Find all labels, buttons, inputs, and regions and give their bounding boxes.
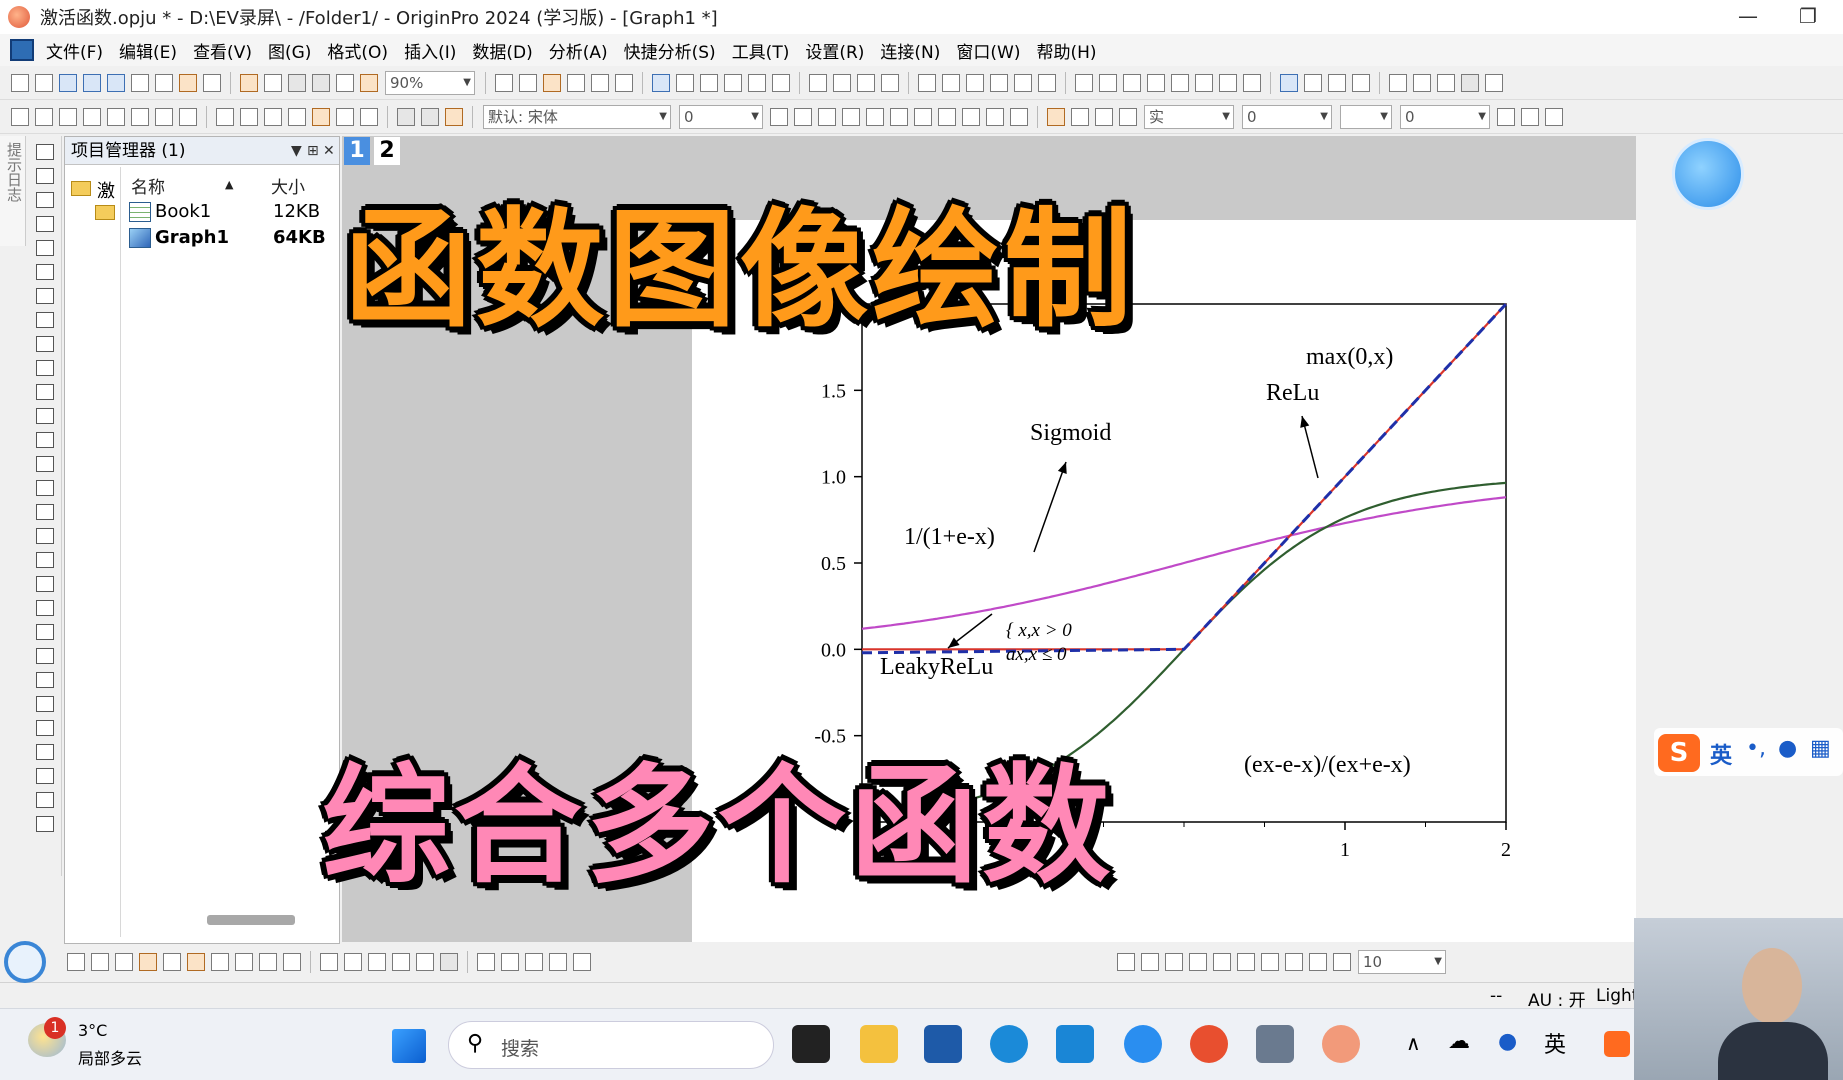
- object-group-icon[interactable]: [1285, 953, 1303, 971]
- video-subline: 综合多个函数: [322, 752, 1115, 901]
- search-icon: ⚲: [467, 1031, 484, 1056]
- object-height-icon[interactable]: [1261, 953, 1279, 971]
- leakyrelu-name-label: LeakyReLu: [880, 654, 993, 680]
- task-view-icon[interactable]: [792, 1025, 830, 1063]
- y-tick-label: 0.0: [821, 639, 846, 661]
- taskbar-search[interactable]: ⚲ 搜索: [448, 1021, 774, 1069]
- help-icon[interactable]: [1124, 1025, 1162, 1063]
- sigmoid-name-label: Sigmoid: [1030, 420, 1111, 446]
- show-hidden-icons-chevron-icon[interactable]: ∧: [1406, 1031, 1421, 1055]
- leakyrelu-formula-line2: ax,x ≤ 0: [1006, 644, 1067, 665]
- object-right-icon[interactable]: [1141, 953, 1159, 971]
- area-plot-icon[interactable]: [211, 953, 229, 971]
- keyboard-icon[interactable]: ▦: [1810, 736, 1831, 761]
- matrix-panel-icon[interactable]: [416, 953, 434, 971]
- object-front-icon[interactable]: [1333, 953, 1351, 971]
- y-tick-label: 1.5: [821, 380, 846, 402]
- search-placeholder: 搜索: [501, 1038, 540, 1060]
- magnifier-assistant-icon[interactable]: [4, 941, 46, 983]
- stack-icon[interactable]: [368, 953, 386, 971]
- webcam-presenter: [1634, 918, 1843, 1080]
- input-language[interactable]: 英: [1544, 1027, 1566, 1059]
- presenter-face: [1742, 948, 1802, 1024]
- app-icon[interactable]: [1256, 1025, 1294, 1063]
- object-width-icon[interactable]: [1237, 953, 1255, 971]
- contour-plot-icon[interactable]: [235, 953, 253, 971]
- status-theme[interactable]: Light: [1596, 986, 1638, 1006]
- sigmoid-arrow-head: [1057, 462, 1067, 474]
- relu-name-label: ReLu: [1266, 380, 1319, 406]
- object-top-icon[interactable]: [1165, 953, 1183, 971]
- x-tick-label: 1: [1340, 839, 1350, 861]
- multi-panel-icon[interactable]: [344, 953, 362, 971]
- sogou-logo-icon[interactable]: S: [1658, 734, 1700, 772]
- microphone-tray-icon[interactable]: ●: [1498, 1029, 1517, 1054]
- line-chart[interactable]: 1.51.00.50.0-0.5-2 1 2 max(0,x) ReLu Sigmo…: [0, 0, 1843, 1080]
- box-plot-icon[interactable]: [187, 953, 205, 971]
- fit-icon[interactable]: [549, 953, 567, 971]
- object-size-select[interactable]: 10 ▼: [1358, 950, 1446, 974]
- myhp-icon[interactable]: [1056, 1025, 1094, 1063]
- leakyrelu-formula-line1: { x,x > 0: [1006, 620, 1072, 641]
- labels: max(0,x) ReLu Sigmoid 1/(1+e-x) LeakyReL…: [880, 344, 1411, 778]
- weather-badge: 1: [44, 1017, 66, 1039]
- tanh-formula-label: (ex-e-x)/(ex+e-x): [1244, 752, 1411, 778]
- bottom-toolbar: 10 ▼: [64, 944, 1664, 980]
- ime-punctuation[interactable]: •,: [1746, 736, 1766, 761]
- y-tick-label: 1.0: [821, 467, 846, 489]
- leakyrelu-arrow-head: [948, 637, 960, 648]
- relu-formula-label: max(0,x): [1306, 344, 1393, 370]
- series-relu-line: [862, 303, 1507, 651]
- object-ungroup-icon[interactable]: [1309, 953, 1327, 971]
- statistics-plot-icon[interactable]: [283, 953, 301, 971]
- separator: [310, 951, 311, 973]
- weather-temp[interactable]: 3°C: [78, 1021, 107, 1040]
- 3d-plot-icon[interactable]: [259, 953, 277, 971]
- windows-taskbar: 1 3°C 局部多云 ⚲ 搜索 ∧ ☁ ● 英: [0, 1008, 1843, 1080]
- report-icon[interactable]: [573, 953, 591, 971]
- template-icon[interactable]: [320, 953, 338, 971]
- layout-icon[interactable]: [440, 953, 458, 971]
- microphone-icon[interactable]: ●: [1778, 736, 1797, 761]
- store-icon[interactable]: [924, 1025, 962, 1063]
- floating-assistant-icon[interactable]: [1672, 138, 1744, 210]
- sigmoid-arrow: [1033, 461, 1067, 553]
- file-explorer-icon[interactable]: [860, 1025, 898, 1063]
- series-sigmoid-line: [861, 496, 1507, 630]
- status-dashes: --: [1490, 986, 1503, 1006]
- ime-language[interactable]: 英: [1710, 738, 1732, 770]
- grid-panel-icon[interactable]: [392, 953, 410, 971]
- line-plot-icon[interactable]: [67, 953, 85, 971]
- start-menu-icon[interactable]: [392, 1029, 426, 1063]
- separator: [467, 951, 468, 973]
- sogou-tray-icon[interactable]: [1604, 1031, 1630, 1057]
- object-center-icon[interactable]: [1213, 953, 1231, 971]
- line-symbol-icon[interactable]: [115, 953, 133, 971]
- scatter-plot-icon[interactable]: [91, 953, 109, 971]
- series-leakyrelu-line: [861, 302, 1508, 655]
- onedrive-icon[interactable]: ☁: [1448, 1029, 1470, 1054]
- ime-toolbar: S 英 •, ● ▦: [1654, 728, 1843, 776]
- relu-arrow-head: [1300, 416, 1310, 428]
- y-tick-label: 0.5: [821, 553, 846, 575]
- originpro-taskbar-icon[interactable]: [1322, 1025, 1360, 1063]
- video-headline: 函数图像绘制: [344, 196, 1137, 345]
- explorer-icon[interactable]: [501, 953, 519, 971]
- digitizer-icon[interactable]: [525, 953, 543, 971]
- object-left-icon[interactable]: [1117, 953, 1135, 971]
- pie-plot-icon[interactable]: [163, 953, 181, 971]
- column-plot-icon[interactable]: [139, 953, 157, 971]
- sigmoid-formula-label: 1/(1+e-x): [904, 524, 995, 550]
- weather-desc[interactable]: 局部多云: [78, 1045, 142, 1069]
- presenter-body: [1718, 1022, 1828, 1080]
- edge-icon[interactable]: [990, 1025, 1028, 1063]
- object-bottom-icon[interactable]: [1189, 953, 1207, 971]
- x-tick-label: 2: [1501, 839, 1511, 861]
- browser-icon[interactable]: [1190, 1025, 1228, 1063]
- status-bar: -- AU : 开 Light: [0, 941, 1843, 1011]
- object-manager-icon[interactable]: [477, 953, 495, 971]
